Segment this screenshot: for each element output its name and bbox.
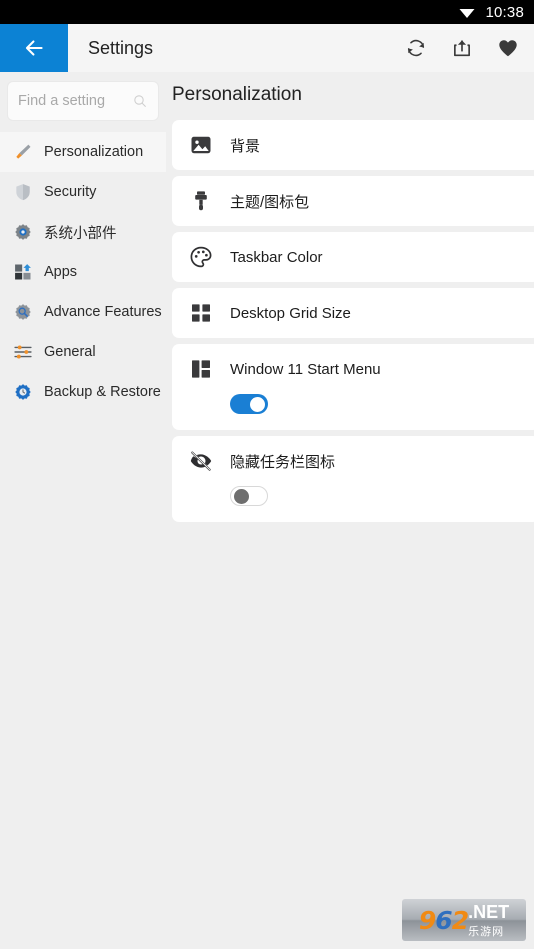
gear-icon <box>12 221 34 243</box>
sidebar-item-system-widgets[interactable]: 系统小部件 <box>0 212 166 252</box>
shield-icon <box>12 181 34 203</box>
window11-start-menu-toggle[interactable] <box>230 394 268 414</box>
sidebar-item-label: General <box>44 344 96 360</box>
card-row: Desktop Grid Size <box>188 288 534 338</box>
heart-icon <box>499 40 517 57</box>
hide-taskbar-icons-toggle[interactable] <box>230 486 268 506</box>
gear-backup-icon <box>12 381 34 403</box>
refresh-icon <box>407 39 425 57</box>
sidebar-item-security[interactable]: Security <box>0 172 166 212</box>
apps-icon <box>12 261 34 283</box>
sidebar-item-label: Personalization <box>44 144 144 160</box>
card-row: 背景 <box>188 120 534 170</box>
paintbrush-filled-icon <box>188 188 214 214</box>
start-menu-icon <box>188 356 214 382</box>
sidebar-item-advance-features[interactable]: Advance Features <box>0 292 166 332</box>
search-box[interactable]: Find a setting <box>8 82 158 120</box>
search-icon <box>134 95 146 107</box>
card-label: 隐藏任务栏图标 <box>230 453 336 471</box>
sidebar-item-label: Backup & Restore <box>44 384 161 400</box>
sliders-icon <box>12 341 34 363</box>
paintbrush-icon <box>12 141 34 163</box>
toggle-knob <box>250 396 265 412</box>
status-clock: 10:38 <box>485 3 524 21</box>
search-input[interactable]: Find a setting <box>18 93 132 109</box>
sidebar-item-apps[interactable]: Apps <box>0 252 166 292</box>
card-row: Window 11 Start Menu <box>188 344 534 394</box>
card-label: Taskbar Color <box>230 248 323 266</box>
app-bar: Settings <box>0 24 534 72</box>
setting-card-theme-iconpack[interactable]: 主题/图标包 <box>172 176 534 226</box>
arrow-left-icon <box>25 40 43 56</box>
watermark-cn: 乐游网 <box>468 924 505 938</box>
watermark-digit-9: 9 <box>418 905 436 935</box>
share-button[interactable] <box>450 36 474 60</box>
sidebar-item-label: Security <box>44 184 97 200</box>
watermark-text-column: .NET 乐游网 <box>468 902 509 939</box>
content-area: Find a setting Personalization Security … <box>0 72 534 949</box>
card-label: Window 11 Start Menu <box>230 360 381 378</box>
app-bar-actions <box>404 24 534 72</box>
section-title: Personalization <box>172 84 302 105</box>
toggle-container <box>188 486 534 506</box>
sidebar-item-general[interactable]: General <box>0 332 166 372</box>
setting-card-taskbar-color[interactable]: Taskbar Color <box>172 232 534 282</box>
watermark-digit-6: 6 <box>435 905 452 935</box>
eye-off-icon <box>188 448 214 474</box>
setting-card-desktop-grid-size[interactable]: Desktop Grid Size <box>172 288 534 338</box>
sidebar-item-personalization[interactable]: Personalization <box>0 132 166 172</box>
sidebar-item-label: 系统小部件 <box>44 225 117 242</box>
card-row: 主题/图标包 <box>188 176 534 226</box>
refresh-button[interactable] <box>404 36 428 60</box>
sidebar-item-backup-restore[interactable]: Backup & Restore <box>0 372 166 412</box>
main-panel: Personalization 背景 主题/图标包 Taskbar Color … <box>166 72 534 949</box>
card-label: 背景 <box>230 137 261 155</box>
sidebar: Find a setting Personalization Security … <box>0 72 166 949</box>
card-row: 隐藏任务栏图标 <box>188 436 534 486</box>
watermark-net: .NET <box>468 901 510 922</box>
wifi-icon <box>459 9 475 18</box>
grid-icon <box>188 300 214 326</box>
setting-card-window11-start-menu[interactable]: Window 11 Start Menu <box>172 344 534 430</box>
gear-search-icon <box>12 301 34 323</box>
status-bar: 10:38 <box>0 0 534 24</box>
card-row: Taskbar Color <box>188 232 534 282</box>
setting-card-background[interactable]: 背景 <box>172 120 534 170</box>
watermark: 9 6 2 .NET 乐游网 <box>402 899 526 941</box>
sidebar-item-label: Advance Features <box>44 304 162 320</box>
sidebar-item-label: Apps <box>44 264 78 280</box>
card-label: 主题/图标包 <box>230 193 310 211</box>
image-icon <box>188 132 214 158</box>
toggle-container <box>188 394 534 414</box>
setting-card-hide-taskbar-icons[interactable]: 隐藏任务栏图标 <box>172 436 534 522</box>
share-icon <box>454 40 470 57</box>
card-label: Desktop Grid Size <box>230 304 351 322</box>
page-title: Settings <box>88 37 154 58</box>
back-button[interactable] <box>0 24 68 72</box>
watermark-digit-2: 2 <box>451 905 469 935</box>
favorite-button[interactable] <box>496 36 520 60</box>
toggle-knob <box>234 488 249 504</box>
palette-icon <box>188 244 214 270</box>
